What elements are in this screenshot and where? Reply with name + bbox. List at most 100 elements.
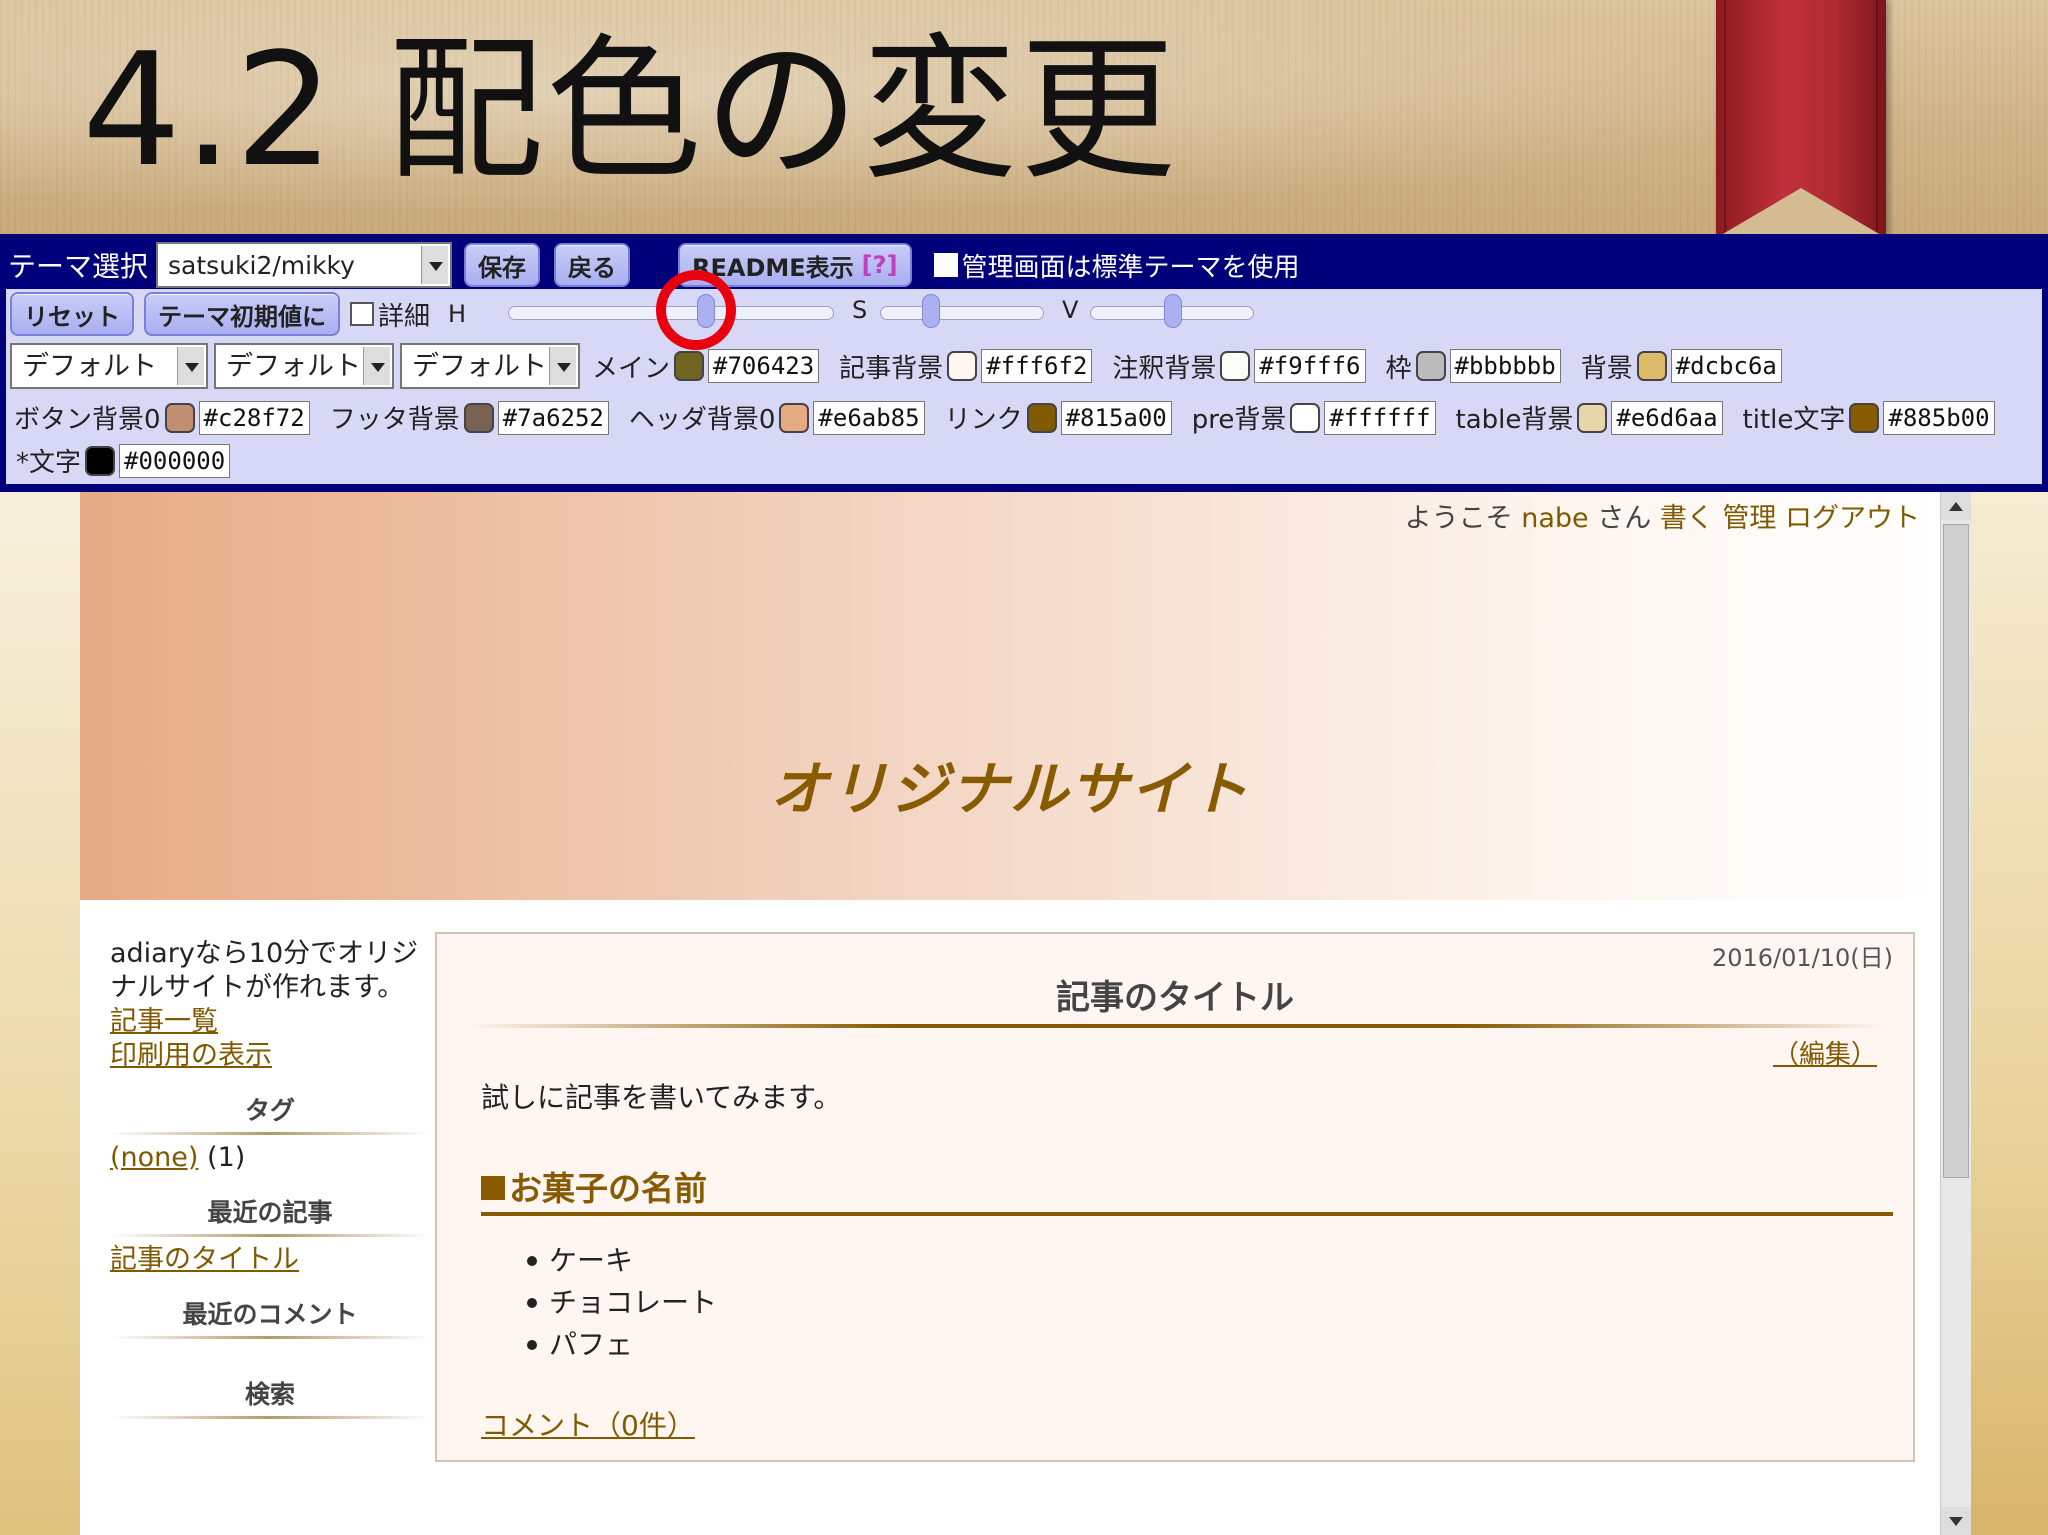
color-hex-input[interactable]: #ffffff <box>1324 400 1436 435</box>
blog-header: ようこそ nabe さん 書く 管理 ログアウト オリジナルサイト <box>80 492 1940 900</box>
list-item: チョコレート <box>527 1282 717 1324</box>
search-heading: 検索 <box>110 1375 430 1419</box>
color-hex-input[interactable]: #fff6f2 <box>981 349 1093 383</box>
color-label: 注釈背景 <box>1112 353 1217 384</box>
theme-row-2: リセット テーマ初期値に 詳細 H <box>10 292 466 336</box>
color-hex-input[interactable]: #c28f72 <box>198 400 310 435</box>
h-label: H <box>448 300 467 328</box>
color-swatch[interactable] <box>1415 351 1446 381</box>
color-hex-input[interactable]: #bbbbbb <box>1449 349 1561 383</box>
chevron-down-icon <box>177 347 204 385</box>
color-label: ボタン背景0 <box>14 405 161 435</box>
color-swatch[interactable] <box>1849 402 1880 433</box>
v-label: V <box>1062 296 1079 324</box>
bullet-icon <box>527 1340 537 1350</box>
article: 2016/01/10(日) 記事のタイトル （編集） 試しに記事を書いてみます。… <box>435 932 1915 1462</box>
reset-button[interactable]: リセット <box>10 292 134 336</box>
color-label: pre背景 <box>1191 405 1287 435</box>
bullet-icon <box>527 1298 537 1308</box>
article-body: 試しに記事を書いてみます。 <box>481 1081 842 1114</box>
blog-page: ようこそ nabe さん 書く 管理 ログアウト オリジナルサイト adiary… <box>80 492 1940 1535</box>
print-view-link[interactable]: 印刷用の表示 <box>110 1039 430 1073</box>
scrollbar[interactable] <box>1940 492 1971 1535</box>
welcome-bar: ようこそ nabe さん 書く 管理 ログアウト <box>1404 503 1920 534</box>
color-label: フッタ背景 <box>329 405 460 435</box>
article-title-divider <box>467 1024 1887 1028</box>
chevron-down-icon <box>363 347 390 385</box>
color-hex-input[interactable]: #e6ab85 <box>813 400 925 435</box>
scroll-down-icon[interactable] <box>1941 1507 1971 1535</box>
color-hex-input[interactable]: #dcbc6a <box>1670 349 1782 383</box>
theme-select-label: テーマ選択 <box>8 250 149 283</box>
write-link[interactable]: 書く <box>1660 503 1714 534</box>
color-swatch[interactable] <box>1636 351 1667 381</box>
theme-row-3: デフォルト デフォルト デフォルト メイン #706423 記事背景 #fff6f2 注… <box>10 343 1802 389</box>
color-swatch[interactable] <box>1220 351 1251 381</box>
layout-select-1[interactable]: デフォルト <box>10 343 208 389</box>
admin-link[interactable]: 管理 <box>1722 503 1776 534</box>
color-swatch[interactable] <box>164 402 195 433</box>
bullet-icon <box>527 1256 537 1266</box>
article-title[interactable]: 記事のタイトル <box>437 970 1913 1019</box>
color-swatch[interactable] <box>1577 402 1608 433</box>
sidebar-description: adiaryなら10分でオリジナルサイトが作れます。 <box>110 938 419 1003</box>
chevron-down-icon <box>549 347 576 385</box>
color-hex-input[interactable]: #000000 <box>119 443 231 478</box>
color-label: 背景 <box>1580 353 1633 384</box>
s-slider[interactable] <box>880 306 1044 320</box>
layout-select-3[interactable]: デフォルト <box>400 343 580 389</box>
theme-default-button[interactable]: テーマ初期値に <box>144 292 340 336</box>
v-slider-handle[interactable] <box>1164 294 1182 328</box>
square-bullet-icon <box>481 1176 505 1200</box>
comment-link[interactable]: コメント（0件） <box>481 1404 695 1444</box>
save-button[interactable]: 保存 <box>464 243 541 287</box>
s-label: S <box>852 296 868 324</box>
recent-articles-heading: 最近の記事 <box>110 1193 430 1237</box>
tag-none-link[interactable]: (none) <box>110 1142 198 1173</box>
back-button[interactable]: 戻る <box>554 243 631 287</box>
scroll-up-icon[interactable] <box>1941 492 1971 520</box>
color-row-1: メイン #706423 記事背景 #fff6f2 注釈背景 #f9fff6 枠 #bbbbbb… <box>592 348 1802 385</box>
color-swatch[interactable] <box>947 351 978 381</box>
color-label: *文字 <box>16 448 82 478</box>
color-hex-input[interactable]: #815a00 <box>1060 400 1172 435</box>
color-swatch[interactable] <box>674 351 705 381</box>
color-hex-input[interactable]: #706423 <box>708 349 820 383</box>
tag-heading: タグ <box>110 1091 430 1135</box>
layout-select-2[interactable]: デフォルト <box>214 343 394 389</box>
color-hex-input[interactable]: #7a6252 <box>497 400 609 435</box>
admin-std-checkbox[interactable] <box>933 253 958 277</box>
article-date: 2016/01/10(日) <box>1711 944 1893 972</box>
logout-link[interactable]: ログアウト <box>1785 503 1920 534</box>
color-row-2: ボタン背景0 #c28f72 フッタ背景 #7a6252 ヘッダ背景0 #e6ab85 リン… <box>14 399 2015 436</box>
color-label: table背景 <box>1455 405 1574 435</box>
tag-item: (none) (1) <box>110 1142 246 1173</box>
detail-checkbox[interactable] <box>350 302 374 326</box>
highlight-circle <box>656 270 736 350</box>
recent-article-link[interactable]: 記事のタイトル <box>110 1243 430 1277</box>
section-heading: お菓子の名前 <box>481 1162 1893 1216</box>
scroll-thumb[interactable] <box>1943 524 1969 1178</box>
color-label: 記事背景 <box>839 353 944 384</box>
article-list-link[interactable]: 記事一覧 <box>110 1005 430 1039</box>
color-swatch[interactable] <box>1290 402 1321 433</box>
color-swatch[interactable] <box>779 402 810 433</box>
color-hex-input[interactable]: #f9fff6 <box>1254 349 1366 383</box>
color-swatch[interactable] <box>463 402 494 433</box>
color-hex-input[interactable]: #e6d6aa <box>1611 400 1723 435</box>
color-label: リンク <box>944 405 1023 435</box>
s-slider-handle[interactable] <box>922 294 940 328</box>
color-hex-input[interactable]: #885b00 <box>1883 400 1995 435</box>
recent-comments-heading: 最近のコメント <box>110 1295 430 1339</box>
edit-link[interactable]: （編集） <box>1773 1034 1877 1071</box>
color-label: ヘッダ背景0 <box>628 405 776 435</box>
admin-std-label: 管理画面は標準テーマを使用 <box>961 252 1300 283</box>
user-link[interactable]: nabe <box>1521 503 1588 534</box>
color-swatch[interactable] <box>1026 402 1057 433</box>
list-item: パフェ <box>527 1324 717 1366</box>
site-title[interactable]: オリジナルサイト <box>80 742 1940 826</box>
color-swatch[interactable] <box>85 445 116 476</box>
theme-select[interactable]: satsuki2/mikky <box>156 242 453 288</box>
chevron-down-icon <box>421 246 449 284</box>
theme-row-1: テーマ選択 satsuki2/mikky 保存 戻る README表示 [?] 管… <box>8 242 1300 288</box>
